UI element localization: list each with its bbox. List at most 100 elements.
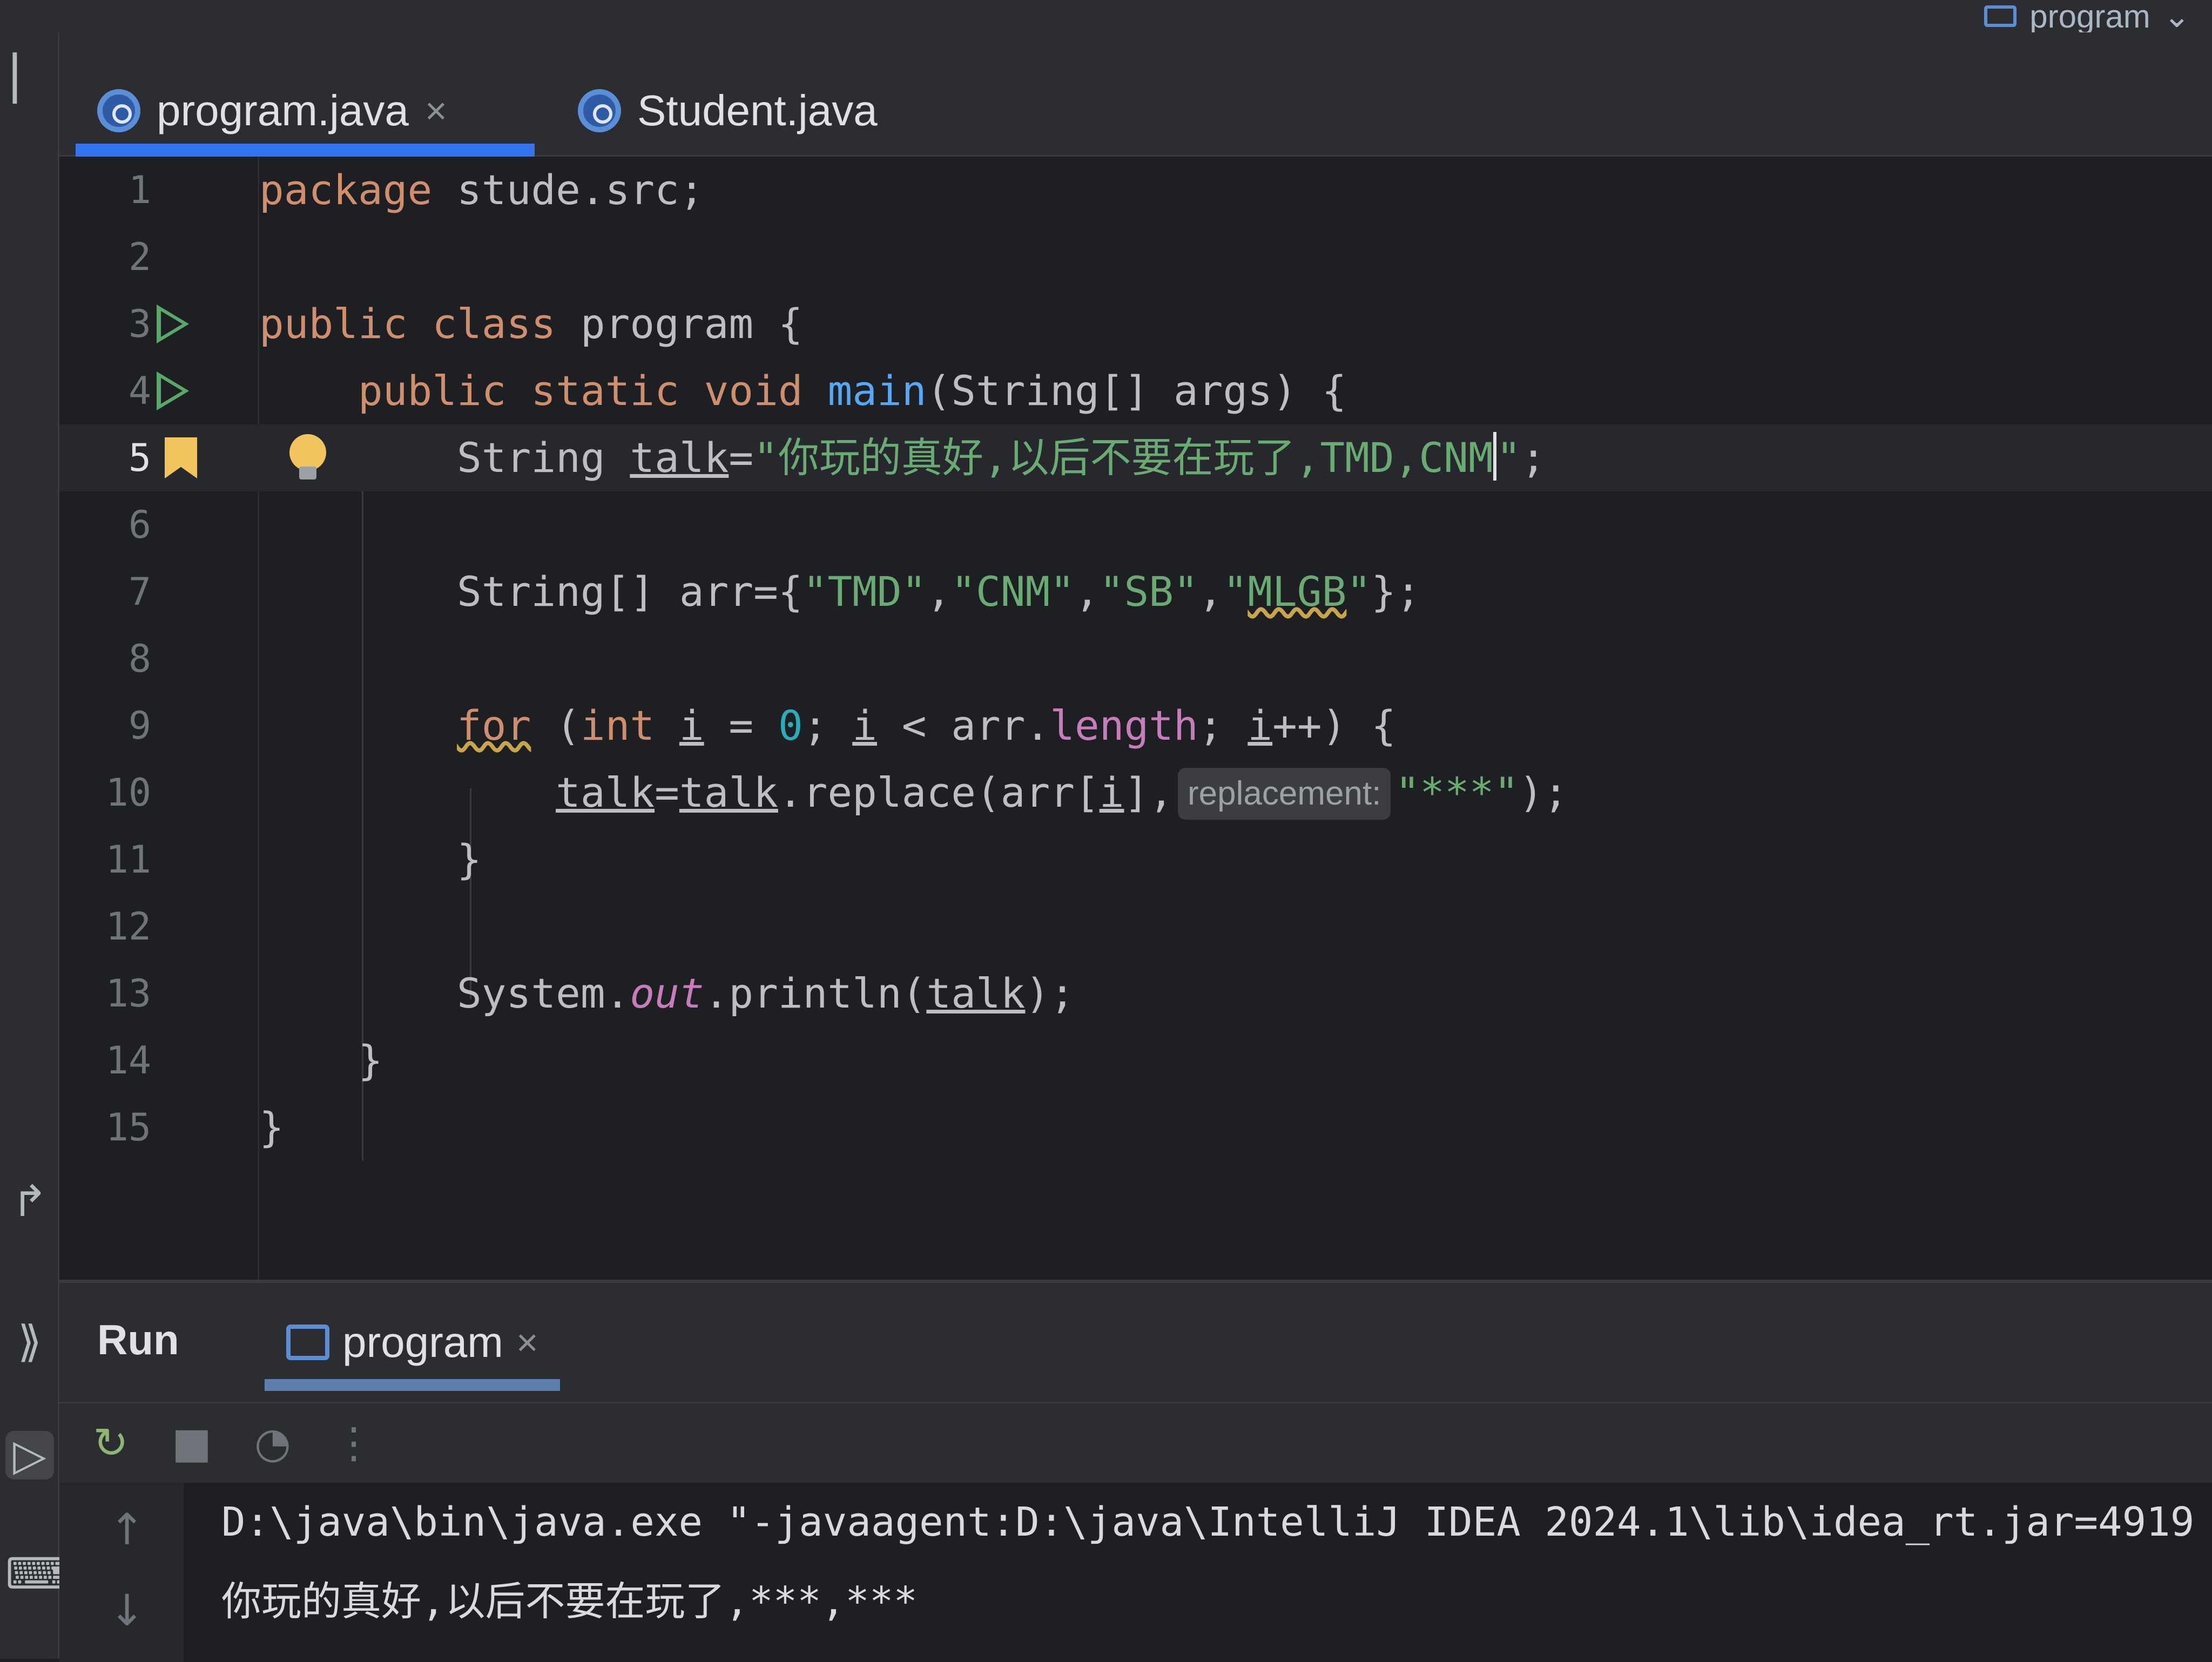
code-line: 6 xyxy=(59,491,2212,558)
method-name: main xyxy=(827,367,927,415)
close-icon[interactable]: × xyxy=(516,1321,538,1364)
code-token: .replace(arr[ xyxy=(778,768,1100,816)
code-token: = xyxy=(729,434,754,482)
keyword: package xyxy=(259,166,433,214)
console-icon xyxy=(1984,5,2017,27)
line-number: 6 xyxy=(128,503,151,547)
terminal-icon[interactable]: ⌨ xyxy=(5,1550,68,1598)
code-token: ); xyxy=(1519,768,1568,816)
code-line: 2 xyxy=(59,224,2212,290)
run-arrow-icon[interactable] xyxy=(157,305,189,343)
code-token: ); xyxy=(1025,969,1075,1017)
code-line: 12 xyxy=(59,893,2212,960)
code-text: } xyxy=(259,1094,284,1161)
string-literal: " xyxy=(1496,434,1521,482)
code-token: ; xyxy=(1198,701,1248,749)
code-text: for (int i = 0; i < arr.length; i++) { xyxy=(259,692,1396,759)
code-line: 7 String[] arr={"TMD","CNM","SB","MLGB"}… xyxy=(59,558,2212,625)
tab-label: program.java xyxy=(157,86,409,134)
project-icon[interactable]: ▏ xyxy=(5,54,54,103)
run-tool-icon[interactable]: ▷ xyxy=(5,1431,54,1479)
top-toolbar: program ⌄ xyxy=(0,0,2212,35)
code-token: ++) { xyxy=(1272,701,1396,749)
code-editor[interactable]: 1 package stude.src; 2 3 public class pr… xyxy=(59,157,2212,1393)
editor-tab-bar: program.java × Student.java xyxy=(59,32,2212,157)
more-vertical-icon[interactable]: ⋮ xyxy=(329,1419,378,1468)
bookmark-icon[interactable] xyxy=(165,437,197,478)
variable: i xyxy=(1099,768,1124,816)
code-text: System.out.println(talk); xyxy=(259,960,1075,1027)
arrow-up-icon[interactable]: ↑ xyxy=(103,1504,151,1555)
code-text: talk=talk.replace(arr[i], replacement: "**… xyxy=(259,759,1568,826)
keyword: static xyxy=(531,367,679,415)
code-token: } xyxy=(358,1036,383,1084)
variable: i xyxy=(852,701,877,749)
code-text: } xyxy=(259,1027,383,1094)
stop-icon[interactable]: ■ xyxy=(167,1419,216,1468)
rerun-icon[interactable]: ↻ xyxy=(86,1419,135,1468)
string-literal: "你玩的真好,以后不要在玩了,TMD,CNM xyxy=(753,434,1493,482)
string-literal: "SB" xyxy=(1099,567,1198,616)
tab-program-java[interactable]: program.java × xyxy=(76,65,535,157)
code-token: (String[] args) { xyxy=(926,367,1347,415)
close-icon[interactable]: × xyxy=(425,89,447,132)
class-icon xyxy=(578,89,621,132)
code-token: = xyxy=(704,701,778,749)
console-line: 你玩的真好,以后不要在玩了,***,*** xyxy=(221,1578,918,1625)
code-token: = xyxy=(655,768,679,816)
string-literal: "CNM" xyxy=(951,567,1075,616)
arrow-down-icon[interactable]: ↓ xyxy=(103,1585,151,1636)
code-line: 1 package stude.src; xyxy=(59,157,2212,224)
run-tab-label: program xyxy=(342,1318,503,1366)
field-access: length xyxy=(1050,701,1198,749)
variable: talk xyxy=(630,434,729,482)
run-tool-window: Run program × ↻ ■ ◔ ⋮ ↑ ↓ D:\java\bin\ja… xyxy=(59,1280,2212,1662)
code-text: public class program { xyxy=(259,290,803,357)
code-token: stude.src; xyxy=(432,166,704,214)
code-line: 15 } xyxy=(59,1094,2212,1161)
code-line-current: 5 String talk="你玩的真好,以后不要在玩了,TMD,CNM"; xyxy=(59,424,2212,491)
code-line: 3 public class program { xyxy=(59,290,2212,357)
code-token: }; xyxy=(1371,567,1421,616)
string-literal: "***" xyxy=(1395,768,1519,816)
string-literal: " xyxy=(1346,567,1372,616)
console-gutter: ↑ ↓ xyxy=(59,1483,184,1662)
code-token: , xyxy=(1074,567,1100,616)
console-output[interactable]: ↑ ↓ D:\java\bin\java.exe "-javaagent:D:\… xyxy=(59,1483,2212,1662)
services-icon[interactable]: ⟫ xyxy=(5,1318,54,1366)
code-text: package stude.src; xyxy=(259,157,704,224)
run-tab-program[interactable]: program × xyxy=(265,1310,560,1391)
line-number: 9 xyxy=(128,704,151,748)
run-config-selector[interactable]: program ⌄ xyxy=(1984,0,2190,35)
run-header: Run program × xyxy=(59,1283,2212,1402)
variable: talk xyxy=(679,768,778,816)
run-arrow-icon[interactable] xyxy=(157,371,189,410)
git-branch-icon[interactable]: ↱ xyxy=(5,1177,54,1226)
console-line: D:\java\bin\java.exe "-javaagent:D:\java… xyxy=(221,1499,2195,1545)
variable: talk xyxy=(556,768,655,816)
number-literal: 0 xyxy=(778,701,803,749)
code-token: } xyxy=(457,835,482,883)
run-panel-title: Run xyxy=(97,1316,179,1363)
line-number: 8 xyxy=(128,637,151,681)
keyword: public xyxy=(358,367,507,415)
line-number: 4 xyxy=(128,369,151,413)
line-number: 14 xyxy=(105,1038,151,1083)
line-number: 3 xyxy=(128,302,151,346)
variable: i xyxy=(1247,701,1273,749)
line-number: 5 xyxy=(128,436,151,480)
tab-student-java[interactable]: Student.java xyxy=(556,65,899,157)
code-token: , xyxy=(926,567,952,616)
code-token: ; xyxy=(802,701,853,749)
string-literal-typo: MLGB xyxy=(1247,567,1347,616)
run-config-label: program xyxy=(2029,0,2150,35)
keyword: class xyxy=(432,300,556,348)
gauge-icon[interactable]: ◔ xyxy=(248,1419,297,1468)
run-toolbar: ↻ ■ ◔ ⋮ xyxy=(59,1402,2212,1483)
code-line: 8 xyxy=(59,625,2212,692)
code-token: String[] arr={ xyxy=(457,567,803,616)
code-token: , xyxy=(1198,567,1223,616)
tab-label: Student.java xyxy=(637,86,878,134)
code-token: ; xyxy=(1521,434,1546,482)
